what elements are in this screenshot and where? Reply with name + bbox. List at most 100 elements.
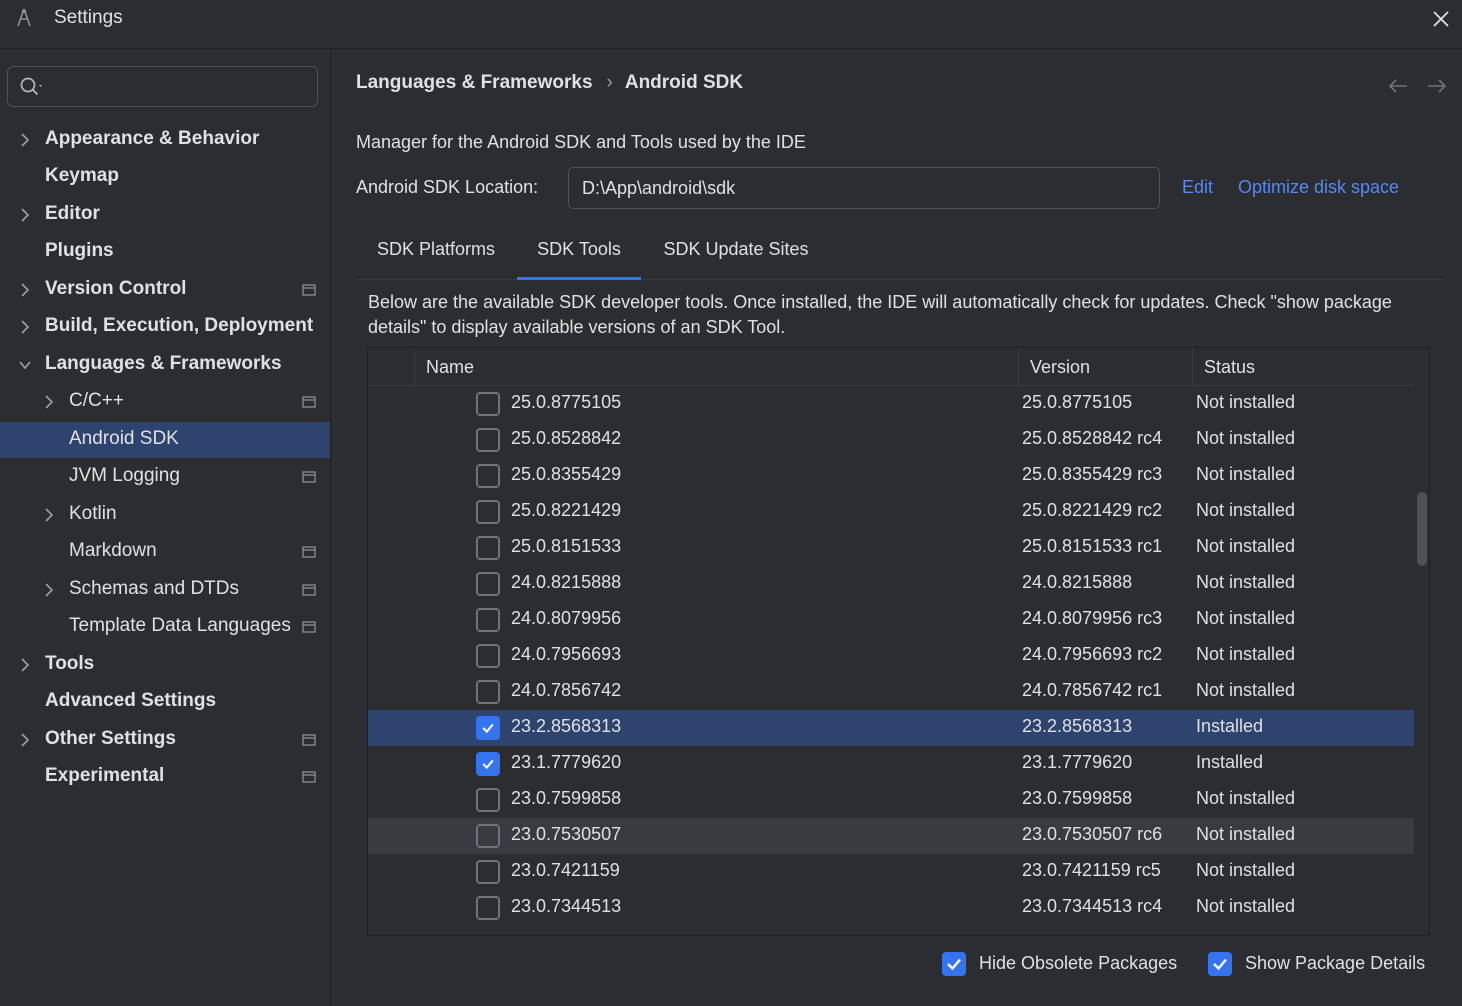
cell-status: Not installed bbox=[1196, 644, 1296, 664]
column-header-version[interactable]: Version bbox=[1030, 348, 1090, 386]
sidebar-item-appearance-behavior[interactable]: Appearance & Behavior bbox=[0, 122, 330, 158]
cell-name: 23.0.7530507 bbox=[511, 824, 622, 844]
cell-status: Not installed bbox=[1196, 536, 1296, 556]
search-input[interactable] bbox=[48, 75, 308, 99]
forward-arrow-icon[interactable] bbox=[1426, 77, 1448, 95]
sidebar-item-plugins[interactable]: Plugins bbox=[0, 234, 330, 270]
sidebar-item-version-control[interactable]: Version Control bbox=[0, 272, 330, 308]
table-row[interactable]: 24.0.7956693 24.0.7956693 rc2 Not installe… bbox=[368, 638, 1414, 674]
sidebar-item-keymap[interactable]: Keymap bbox=[0, 159, 330, 195]
cell-name: 25.0.8151533 bbox=[511, 536, 622, 556]
tab-label: SDK Platforms bbox=[376, 239, 496, 259]
project-settings-icon bbox=[302, 621, 316, 633]
sidebar-item-kotlin[interactable]: Kotlin bbox=[0, 497, 330, 533]
checkbox-unchecked[interactable] bbox=[476, 392, 500, 416]
page-description: Manager for the Android SDK and Tools us… bbox=[356, 132, 806, 152]
sdk-tools-description: Below are the available SDK developer to… bbox=[368, 292, 1392, 337]
checkbox-unchecked[interactable] bbox=[476, 536, 500, 560]
checkmark-icon bbox=[482, 759, 494, 770]
edit-link[interactable]: Edit bbox=[1182, 177, 1213, 198]
table-row[interactable]: 25.0.8775105 25.0.8775105 Not installed bbox=[368, 386, 1414, 422]
chevron-right-icon bbox=[45, 395, 54, 409]
project-settings-icon bbox=[302, 546, 316, 558]
table-row[interactable]: 23.2.8568313 23.2.8568313 Installed bbox=[368, 710, 1414, 746]
column-header-status[interactable]: Status bbox=[1204, 348, 1255, 386]
sidebar-item-template-data-languages[interactable]: Template Data Languages bbox=[0, 609, 330, 645]
checkbox-unchecked[interactable] bbox=[476, 608, 500, 632]
sidebar-item-android-sdk[interactable]: Android SDK bbox=[0, 422, 330, 458]
chevron-right-icon bbox=[45, 583, 54, 597]
back-arrow-icon[interactable] bbox=[1387, 77, 1409, 95]
cell-name: 24.0.7956693 bbox=[511, 644, 622, 664]
cell-status: Not installed bbox=[1196, 824, 1296, 844]
sidebar-item-languages-frameworks[interactable]: Languages & Frameworks bbox=[0, 347, 330, 383]
checkbox-unchecked[interactable] bbox=[476, 896, 500, 920]
table-row[interactable]: 24.0.7856742 24.0.7856742 rc1 Not installe… bbox=[368, 674, 1414, 710]
table-row[interactable]: 24.0.8215888 24.0.8215888 Not installed bbox=[368, 566, 1414, 602]
sidebar-item-label: Build, Execution, Deployment bbox=[45, 315, 314, 336]
table-row[interactable]: 25.0.8221429 25.0.8221429 rc2 Not installe… bbox=[368, 494, 1414, 530]
tab-sdk-tools[interactable]: SDK Tools bbox=[517, 230, 641, 280]
project-settings-icon bbox=[302, 471, 316, 483]
table-row[interactable]: 23.0.7421159 23.0.7421159 rc5 Not installe… bbox=[368, 854, 1414, 890]
column-divider bbox=[414, 348, 415, 386]
sidebar-item-schemas-dtds[interactable]: Schemas and DTDs bbox=[0, 572, 330, 608]
checkbox-unchecked[interactable] bbox=[476, 680, 500, 704]
table-row[interactable]: 24.0.8079956 24.0.8079956 rc3 Not installe… bbox=[368, 602, 1414, 638]
sidebar-item-experimental[interactable]: Experimental bbox=[0, 759, 330, 795]
table-row[interactable]: 25.0.8528842 25.0.8528842 rc4 Not installe… bbox=[368, 422, 1414, 458]
sidebar-item-editor[interactable]: Editor bbox=[0, 197, 330, 233]
sidebar-item-markdown[interactable]: Markdown bbox=[0, 534, 330, 570]
cell-version: 25.0.8528842 rc4 bbox=[1022, 428, 1163, 448]
chevron-right-icon bbox=[21, 320, 30, 334]
project-settings-icon bbox=[302, 284, 316, 296]
android-studio-logo-icon bbox=[17, 8, 31, 27]
tab-bar: SDK Platforms SDK Tools SDK Update Sites bbox=[356, 230, 1443, 280]
checkbox-unchecked[interactable] bbox=[476, 500, 500, 524]
close-button[interactable] bbox=[1428, 6, 1454, 32]
chevron-right-icon bbox=[21, 733, 30, 747]
checkbox-unchecked[interactable] bbox=[476, 644, 500, 668]
cell-name: 24.0.8079956 bbox=[511, 608, 622, 628]
cell-version: 23.0.7344513 rc4 bbox=[1022, 896, 1163, 916]
checkbox-unchecked[interactable] bbox=[476, 464, 500, 488]
sidebar-item-c-cpp[interactable]: C/C++ bbox=[0, 384, 330, 420]
cell-name: 24.0.8215888 bbox=[511, 572, 622, 592]
checkbox-unchecked[interactable] bbox=[476, 824, 500, 848]
checkbox-unchecked[interactable] bbox=[476, 572, 500, 596]
tab-sdk-update-sites[interactable]: SDK Update Sites bbox=[646, 230, 826, 280]
scrollbar-thumb[interactable] bbox=[1417, 492, 1427, 566]
checkbox-checked[interactable] bbox=[476, 716, 500, 740]
table-row[interactable]: 23.1.7779620 23.1.7779620 Installed bbox=[368, 746, 1414, 782]
checkbox-checked[interactable] bbox=[942, 952, 966, 976]
sidebar-item-tools[interactable]: Tools bbox=[0, 647, 330, 683]
search-box[interactable] bbox=[7, 66, 318, 107]
checkbox-unchecked[interactable] bbox=[476, 428, 500, 452]
breadcrumb-parent[interactable]: Languages & Frameworks bbox=[356, 72, 593, 93]
checkbox-unchecked[interactable] bbox=[476, 860, 500, 884]
checkbox-unchecked[interactable] bbox=[476, 788, 500, 812]
sidebar-item-build-execution-deployment[interactable]: Build, Execution, Deployment bbox=[0, 309, 330, 345]
sidebar-item-advanced-settings[interactable]: Advanced Settings bbox=[0, 684, 330, 720]
sidebar-item-other-settings[interactable]: Other Settings bbox=[0, 722, 330, 758]
column-header-name[interactable]: Name bbox=[426, 348, 474, 386]
cell-status: Not installed bbox=[1196, 464, 1296, 484]
table-row[interactable]: 23.0.7344513 23.0.7344513 rc4 Not installe… bbox=[368, 890, 1414, 926]
table-row[interactable]: 25.0.8355429 25.0.8355429 rc3 Not installe… bbox=[368, 458, 1414, 494]
table-row[interactable]: 23.0.7530507 23.0.7530507 rc6 Not installe… bbox=[368, 818, 1414, 854]
sidebar-item-jvm-logging[interactable]: JVM Logging bbox=[0, 459, 330, 495]
checkbox-checked[interactable] bbox=[1208, 952, 1232, 976]
table-row[interactable]: 25.0.8151533 25.0.8151533 rc1 Not installe… bbox=[368, 530, 1414, 566]
sdk-location-field[interactable] bbox=[568, 167, 1160, 209]
cell-name: 23.0.7344513 bbox=[511, 896, 622, 916]
tab-sdk-platforms[interactable]: SDK Platforms bbox=[356, 230, 516, 280]
chevron-right-icon bbox=[45, 508, 54, 522]
cell-status: Not installed bbox=[1196, 500, 1296, 520]
sidebar-item-label: Appearance & Behavior bbox=[45, 128, 260, 149]
table-row[interactable]: 23.0.7599858 23.0.7599858 Not installed bbox=[368, 782, 1414, 818]
optimize-disk-space-link[interactable]: Optimize disk space bbox=[1238, 177, 1399, 198]
checkbox-checked[interactable] bbox=[476, 752, 500, 776]
chevron-right-icon bbox=[21, 658, 30, 672]
tab-label: SDK Update Sites bbox=[663, 239, 809, 259]
scrollbar-track[interactable] bbox=[1415, 348, 1429, 935]
